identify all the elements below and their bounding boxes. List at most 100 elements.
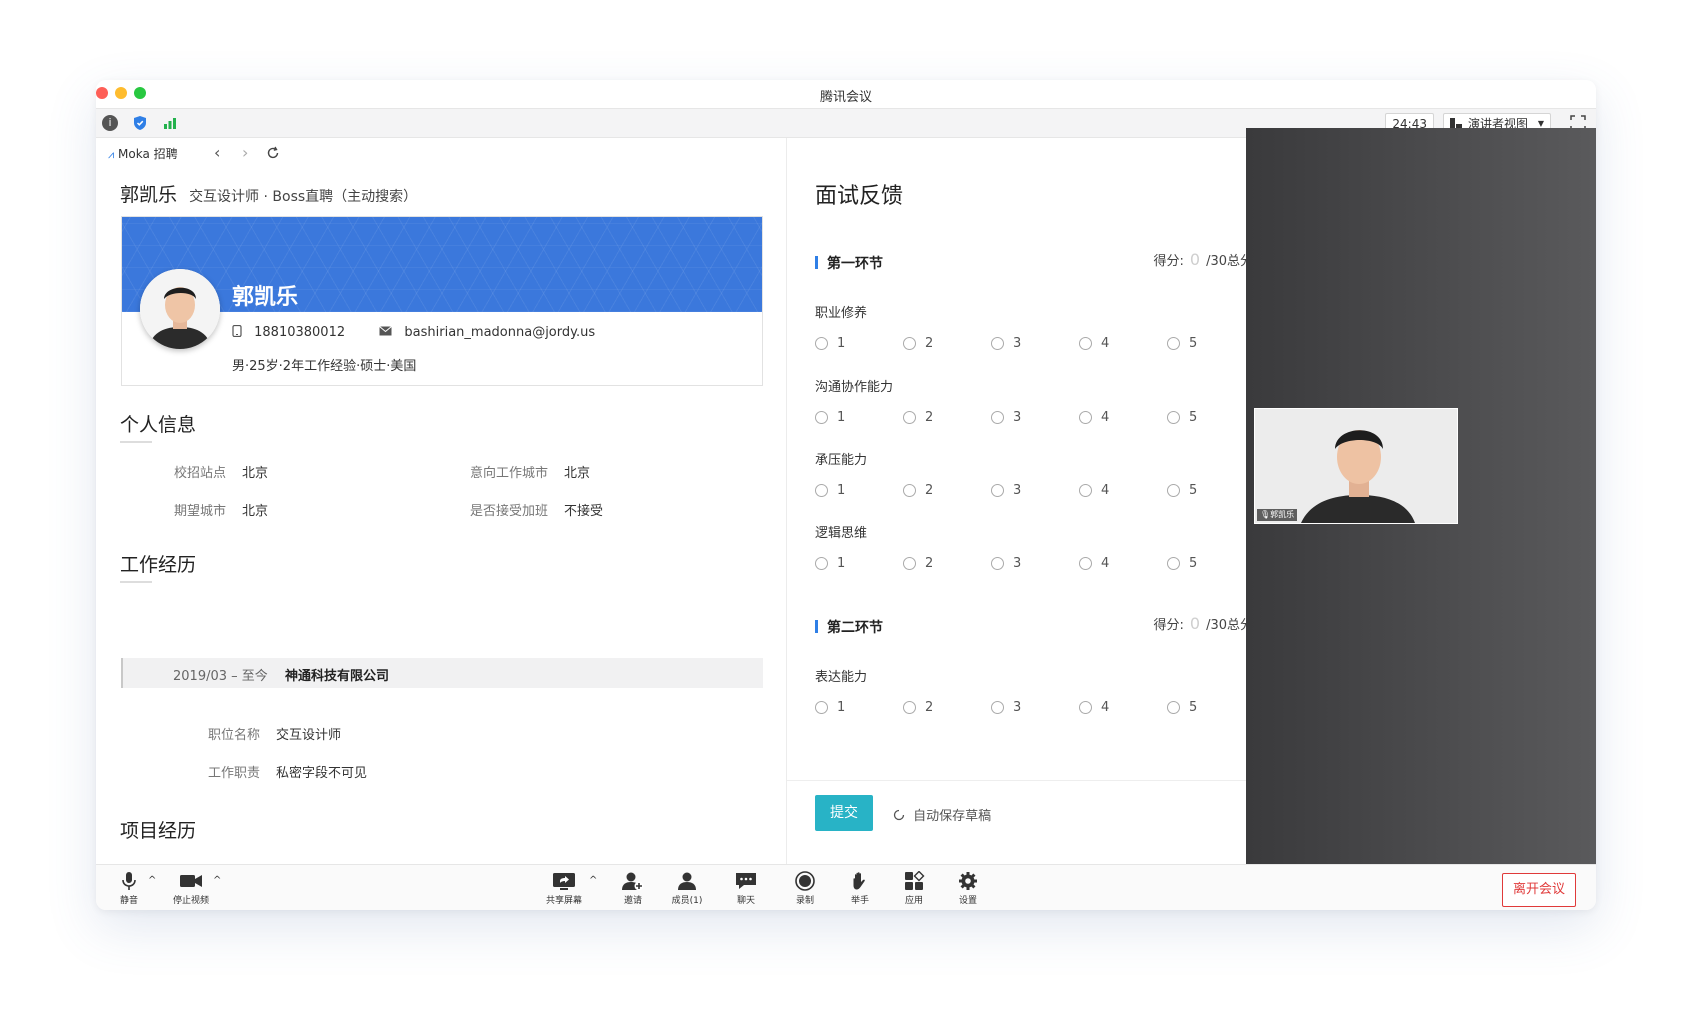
mute-button[interactable]: 静音 xyxy=(106,871,152,906)
rating-option[interactable]: 2 xyxy=(903,483,933,498)
field-value: 私密字段不可见 xyxy=(276,766,368,781)
score-label: 得分: xyxy=(1153,254,1184,269)
settings-button[interactable]: 设置 xyxy=(945,871,991,906)
gear-icon xyxy=(959,872,977,890)
rating-option[interactable]: 5 xyxy=(1167,336,1197,351)
rating-option[interactable]: 2 xyxy=(903,336,933,351)
info-icon[interactable]: i xyxy=(102,115,118,131)
rating-option[interactable]: 3 xyxy=(991,556,1021,571)
rating-option[interactable]: 4 xyxy=(1079,336,1109,351)
radio-circle[interactable] xyxy=(815,411,828,424)
meeting-control-bar: 静音 ^ 停止视频 ^ 共享屏幕 ^ 邀请 成员(1) 聊天 录制 举手 应用 … xyxy=(96,864,1596,910)
option-label: 2 xyxy=(925,410,934,425)
shield-icon[interactable] xyxy=(132,115,148,131)
chat-button[interactable]: 聊天 xyxy=(723,871,769,906)
radio-circle[interactable] xyxy=(903,411,916,424)
members-button[interactable]: 成员(1) xyxy=(664,871,710,906)
radio-circle[interactable] xyxy=(1167,484,1180,497)
leave-meeting-button[interactable]: 离开会议 xyxy=(1502,873,1576,907)
radio-circle[interactable] xyxy=(903,557,916,570)
option-label: 3 xyxy=(1013,483,1022,498)
option-label: 1 xyxy=(837,556,846,571)
radio-circle[interactable] xyxy=(991,557,1004,570)
field-label: 职位名称 xyxy=(207,728,260,743)
rating-option[interactable]: 4 xyxy=(1079,410,1109,425)
radio-circle[interactable] xyxy=(991,411,1004,424)
signal-icon[interactable] xyxy=(162,115,178,131)
apps-button[interactable]: 应用 xyxy=(891,871,937,906)
radio-circle[interactable] xyxy=(815,337,828,350)
raise-hand-button[interactable]: 举手 xyxy=(837,871,883,906)
email-address[interactable]: bashirian_madonna@jordy.us xyxy=(404,325,595,340)
invite-button[interactable]: 邀请 xyxy=(610,871,656,906)
rating-option[interactable]: 5 xyxy=(1167,483,1197,498)
forward-icon[interactable]: › xyxy=(242,143,248,162)
question-label: 职业修养 xyxy=(815,306,868,321)
refresh-icon[interactable] xyxy=(266,146,280,160)
field-value: 北京 xyxy=(242,504,269,519)
rating-option[interactable]: 1 xyxy=(815,556,845,571)
video-options-caret-icon[interactable]: ^ xyxy=(213,875,221,886)
rating-option[interactable]: 4 xyxy=(1079,483,1109,498)
radio-circle[interactable] xyxy=(1079,337,1092,350)
radio-circle[interactable] xyxy=(1079,411,1092,424)
rating-option[interactable]: 3 xyxy=(991,336,1021,351)
job-entry-header[interactable]: 2019/03 – 至今 神通科技有限公司 xyxy=(121,658,763,688)
rating-option[interactable]: 4 xyxy=(1079,700,1109,715)
option-label: 4 xyxy=(1101,483,1110,498)
mic-options-caret-icon[interactable]: ^ xyxy=(148,875,156,886)
field-label: 校招站点 xyxy=(173,466,226,481)
radio-circle[interactable] xyxy=(815,557,828,570)
rating-option[interactable]: 3 xyxy=(991,483,1021,498)
candidate-position-source: 交互设计师 · Boss直聘（主动搜索） xyxy=(189,189,418,205)
option-label: 2 xyxy=(925,700,934,715)
candidate-meta: 男·25岁·2年工作经验·硕士·美国 xyxy=(232,359,417,374)
share-options-caret-icon[interactable]: ^ xyxy=(589,875,597,886)
radio-circle[interactable] xyxy=(991,337,1004,350)
radio-circle[interactable] xyxy=(1167,557,1180,570)
rating-option[interactable]: 4 xyxy=(1079,556,1109,571)
rating-option[interactable]: 3 xyxy=(991,410,1021,425)
radio-circle[interactable] xyxy=(991,701,1004,714)
radio-circle[interactable] xyxy=(1079,557,1092,570)
radio-circle[interactable] xyxy=(1167,411,1180,424)
rating-option[interactable]: 1 xyxy=(815,483,845,498)
share-screen-button[interactable]: 共享屏幕 xyxy=(541,871,587,906)
rating-option[interactable]: 5 xyxy=(1167,556,1197,571)
option-label: 1 xyxy=(837,336,846,351)
rating-option[interactable]: 3 xyxy=(991,700,1021,715)
back-icon[interactable]: ‹ xyxy=(214,143,220,162)
radio-circle[interactable] xyxy=(815,701,828,714)
rating-option[interactable]: 2 xyxy=(903,700,933,715)
question-label: 承压能力 xyxy=(815,453,868,468)
field-value: 不接受 xyxy=(564,504,604,519)
browser-nav: ⩘ Moka 招聘 ‹ › xyxy=(96,138,776,168)
rating-option[interactable]: 2 xyxy=(903,556,933,571)
rating-option[interactable]: 5 xyxy=(1167,410,1197,425)
radio-circle[interactable] xyxy=(1079,484,1092,497)
radio-circle[interactable] xyxy=(1167,337,1180,350)
hand-icon xyxy=(853,872,865,890)
stop-video-button[interactable]: 停止视频 xyxy=(168,871,214,906)
rating-option[interactable]: 1 xyxy=(815,410,845,425)
autosave-label: 自动保存草稿 xyxy=(913,809,992,824)
stop-video-label: 停止视频 xyxy=(172,896,209,906)
radio-circle[interactable] xyxy=(1167,701,1180,714)
radio-circle[interactable] xyxy=(903,484,916,497)
radio-circle[interactable] xyxy=(903,701,916,714)
rating-option[interactable]: 5 xyxy=(1167,700,1197,715)
participant-video-tile[interactable]: 🎙︎郭凯乐 xyxy=(1254,408,1458,524)
mute-label: 静音 xyxy=(119,896,138,906)
rating-option[interactable]: 2 xyxy=(903,410,933,425)
submit-button[interactable]: 提交 xyxy=(815,795,873,831)
rating-option[interactable]: 1 xyxy=(815,336,845,351)
rating-option[interactable]: 1 xyxy=(815,700,845,715)
radio-circle[interactable] xyxy=(991,484,1004,497)
phone-icon xyxy=(232,324,242,338)
section-divider xyxy=(120,441,152,443)
record-button[interactable]: 录制 xyxy=(782,871,828,906)
option-label: 3 xyxy=(1013,700,1022,715)
radio-circle[interactable] xyxy=(1079,701,1092,714)
radio-circle[interactable] xyxy=(815,484,828,497)
radio-circle[interactable] xyxy=(903,337,916,350)
